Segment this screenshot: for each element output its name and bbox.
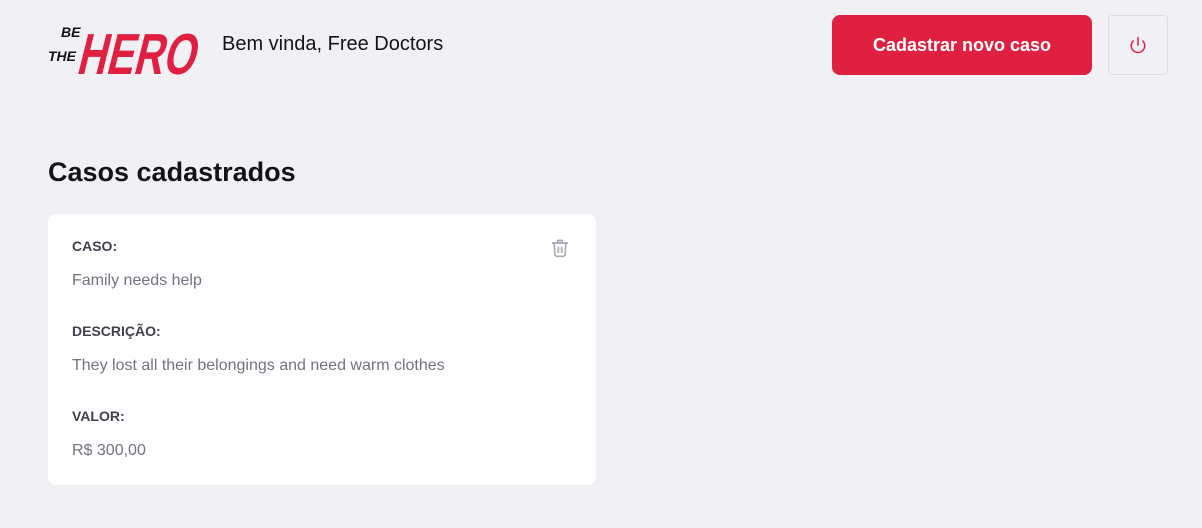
welcome-message: Bem vinda, Free Doctors [222,33,444,55]
be-the-hero-logo: BE THE HERO [47,12,206,87]
trash-icon [550,238,574,258]
value-label: VALOR: [72,408,125,424]
description-label: DESCRIÇÃO: [72,323,161,339]
page-header: BE THE HERO Bem vinda, Free Doctors Cada… [0,0,1202,90]
logo-text-be: BE [61,24,81,40]
logo-text-the: THE [48,48,77,64]
value-value: R$ 300,00 [72,442,146,459]
case-card: CASO: Family needs help DESCRIÇÃO: They … [48,214,596,485]
power-icon [1129,36,1147,54]
cases-section-title: Casos cadastrados [48,157,296,187]
new-case-button[interactable]: Cadastrar novo caso [832,15,1092,75]
logo-text-hero: HERO [72,23,199,78]
description-value: They lost all their belongings and need … [72,357,445,374]
case-label: CASO: [72,238,118,254]
delete-case-button[interactable] [550,236,574,260]
logout-button[interactable] [1108,15,1168,75]
case-value: Family needs help [72,272,202,289]
